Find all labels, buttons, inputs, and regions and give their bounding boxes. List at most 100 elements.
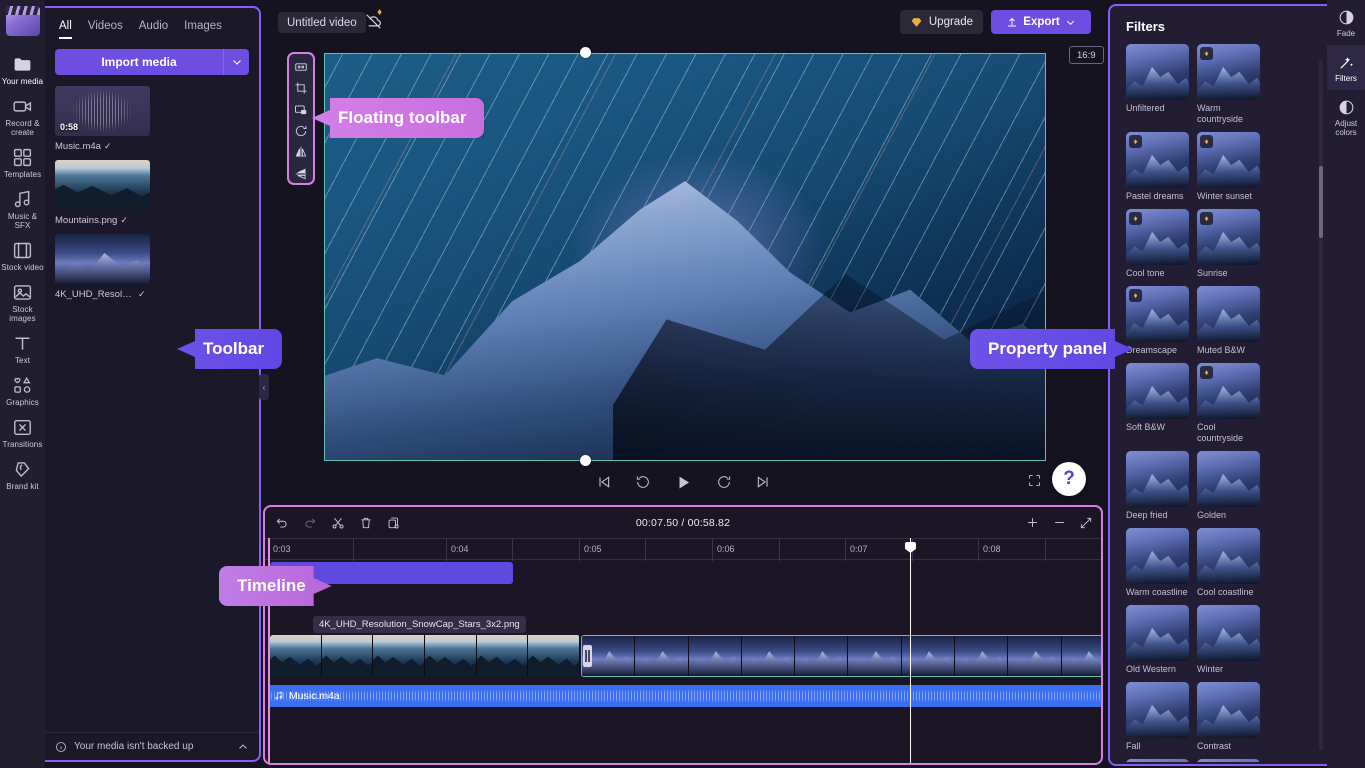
tab-audio[interactable]: Audio: [139, 20, 168, 39]
media-item-snowcap[interactable]: 4K_UHD_Resolutio... ✓: [55, 234, 150, 300]
picture-in-picture-icon[interactable]: [290, 101, 312, 119]
filter-card[interactable]: Fall: [1126, 682, 1189, 752]
tab-filters[interactable]: Filters: [1327, 45, 1365, 90]
zoom-out-icon[interactable]: [1052, 515, 1067, 530]
scrollbar-thumb[interactable]: [1319, 166, 1323, 238]
app-logo: [6, 6, 40, 36]
selection-handle-top-left[interactable]: [580, 47, 591, 58]
filter-label: Warm countryside: [1197, 103, 1260, 125]
filter-card[interactable]: Cool coastline: [1197, 528, 1260, 598]
filter-card[interactable]: ♦Sunrise: [1197, 209, 1260, 279]
delete-trash-icon[interactable]: [359, 516, 373, 530]
fullscreen-icon[interactable]: [1027, 473, 1042, 488]
timeline-clip-mountains[interactable]: [270, 635, 580, 677]
filter-label: Cool coastline: [1197, 587, 1260, 598]
filter-thumbnail: [1197, 286, 1260, 342]
ruler-tick-label: 0:03: [273, 544, 291, 554]
backup-status-bar[interactable]: Your media isn't backed up: [45, 732, 259, 760]
sidebar-item-record-create[interactable]: Record & create: [0, 90, 45, 141]
clip-name-tooltip: 4K_UHD_Resolution_SnowCap_Stars_3x2.png: [313, 616, 526, 633]
aspect-ratio-badge[interactable]: 16:9: [1069, 46, 1104, 64]
clip-trim-handle-left[interactable]: [583, 645, 592, 667]
skip-previous-icon[interactable]: [596, 474, 612, 490]
tab-images[interactable]: Images: [184, 20, 222, 39]
forward-5s-icon[interactable]: [716, 474, 732, 490]
rotate-icon[interactable]: [290, 122, 312, 140]
split-scissors-icon[interactable]: [331, 516, 345, 530]
sidebar-item-brand-kit[interactable]: Brand kit: [0, 453, 45, 495]
upgrade-button[interactable]: Upgrade: [900, 10, 983, 34]
filter-thumbnail: ♦: [1197, 44, 1260, 100]
flip-vertical-icon[interactable]: [290, 165, 312, 183]
flip-horizontal-icon[interactable]: [290, 143, 312, 161]
sidebar-item-stock-video[interactable]: Stock video: [0, 234, 45, 276]
play-icon[interactable]: [674, 473, 693, 492]
rewind-5s-icon[interactable]: [635, 474, 651, 490]
filter-card[interactable]: ♦Cool tone: [1126, 209, 1189, 279]
filter-label: Muted B&W: [1197, 345, 1260, 356]
redo-icon[interactable]: [303, 516, 317, 530]
filter-card[interactable]: Old Western: [1126, 605, 1189, 675]
filter-card[interactable]: ♦Dreamscape: [1126, 286, 1189, 356]
tab-all[interactable]: All: [59, 20, 72, 39]
timeline-playhead[interactable]: [910, 538, 911, 763]
tab-videos[interactable]: Videos: [88, 20, 123, 39]
timeline-audio-clip[interactable]: Music.m4a: [268, 685, 1103, 707]
filter-card[interactable]: Soft B&W: [1126, 363, 1189, 444]
sidebar-item-your-media[interactable]: Your media: [0, 48, 45, 90]
timeline-clip-snowcap-selected[interactable]: [581, 635, 1103, 677]
sidebar-label: Music & SFX: [1, 212, 45, 230]
filter-card[interactable]: ♦Pastel dreams: [1126, 132, 1189, 202]
project-title[interactable]: Untitled video: [278, 12, 366, 33]
crop-icon[interactable]: [290, 79, 312, 97]
fit-timeline-icon[interactable]: [1079, 516, 1093, 530]
sidebar-item-templates[interactable]: Templates: [0, 141, 45, 183]
skip-next-icon[interactable]: [755, 474, 771, 490]
filter-card[interactable]: Golden: [1197, 451, 1260, 521]
filter-card[interactable]: Muted B&W: [1197, 286, 1260, 356]
property-panel-title: Filters: [1110, 6, 1327, 44]
filter-card[interactable]: Unfiltered: [1126, 44, 1189, 125]
export-button[interactable]: Export: [991, 10, 1091, 34]
filter-card[interactable]: ♦Winter sunset: [1197, 132, 1260, 202]
timeline-ruler[interactable]: 0:03 0:04 0:05 0:06 0:07 0:08: [265, 538, 1101, 560]
sidebar-item-text[interactable]: Text: [0, 327, 45, 369]
adjust-colors-icon: [1338, 99, 1355, 116]
filter-card[interactable]: ♦Cool countryside: [1197, 363, 1260, 444]
premium-badge-icon: ♦: [377, 8, 386, 19]
sidebar-item-stock-images[interactable]: Stock images: [0, 276, 45, 327]
sidebar-item-graphics[interactable]: Graphics: [0, 369, 45, 411]
zoom-in-icon[interactable]: [1025, 515, 1040, 530]
transitions-icon: [12, 417, 33, 438]
media-item-audio[interactable]: 0:58 Music.m4a ✓: [55, 86, 150, 152]
filter-card[interactable]: ♦ Warm countryside: [1197, 44, 1260, 125]
scrollbar-track: [1319, 60, 1323, 750]
filter-card[interactable]: Warm coastline: [1126, 528, 1189, 598]
filter-preview-image: [1126, 605, 1189, 661]
filter-thumbnail: [1126, 759, 1189, 762]
filter-card[interactable]: Deep fried: [1126, 451, 1189, 521]
tab-fade[interactable]: Fade: [1327, 0, 1365, 45]
filter-card[interactable]: Winter: [1197, 605, 1260, 675]
undo-icon[interactable]: [275, 516, 289, 530]
chevron-up-icon[interactable]: [237, 741, 249, 753]
ruler-tick-label: 0:07: [850, 544, 868, 554]
right-rail-label: Adjust colors: [1327, 119, 1365, 137]
fit-resize-icon[interactable]: [290, 58, 312, 76]
sidebar-item-transitions[interactable]: Transitions: [0, 411, 45, 453]
duplicate-icon[interactable]: [387, 516, 401, 530]
collapse-panel-handle[interactable]: ‹: [259, 374, 269, 400]
sidebar-item-music-sfx[interactable]: Music & SFX: [0, 183, 45, 234]
filter-card[interactable]: Euphoric: [1197, 759, 1260, 762]
filter-label: Contrast: [1197, 741, 1260, 752]
import-media-button[interactable]: Import media: [55, 49, 223, 75]
help-button[interactable]: ?: [1052, 462, 1086, 496]
media-item-mountains[interactable]: Mountains.png ✓: [55, 160, 150, 226]
chevron-down-icon[interactable]: [223, 49, 249, 75]
tab-adjust-colors[interactable]: Adjust colors: [1327, 90, 1365, 144]
filter-label: Cool tone: [1126, 268, 1189, 279]
fade-icon: [1338, 9, 1355, 26]
filter-card[interactable]: Contrast: [1197, 682, 1260, 752]
upgrade-label: Upgrade: [929, 16, 973, 28]
filter-card[interactable]: 35mm: [1126, 759, 1189, 762]
